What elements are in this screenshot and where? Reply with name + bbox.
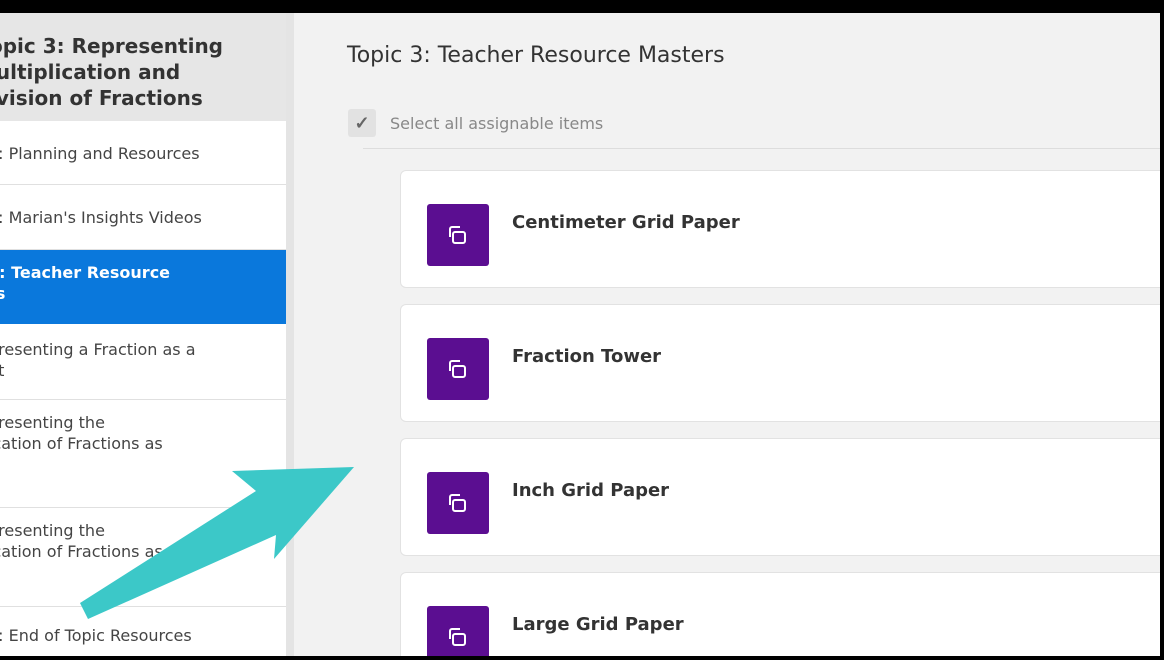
select-all-checkbox[interactable]: ✓ <box>348 109 376 137</box>
select-all-label: Select all assignable items <box>390 113 604 133</box>
sidebar-item-label: presenting the ication of Fractions as <box>0 413 163 453</box>
sidebar-item-label: 3: Planning and Resources <box>0 144 200 163</box>
resource-title[interactable]: Centimeter Grid Paper <box>512 212 740 233</box>
copy-icon <box>427 338 489 400</box>
annotation-arrow <box>80 467 354 619</box>
page-title: Topic 3: Teacher Resource Masters <box>347 43 725 68</box>
resource-title[interactable]: Large Grid Paper <box>512 614 684 635</box>
sidebar-item-label: 3: Teacher Resource rs <box>0 263 171 303</box>
copy-icon <box>427 204 489 266</box>
sidebar-item-representing-fraction[interactable]: presenting a Fraction as a nt <box>0 324 286 400</box>
divider <box>363 148 1160 149</box>
resource-title[interactable]: Inch Grid Paper <box>512 480 669 501</box>
select-all-row[interactable]: ✓ Select all assignable items <box>348 109 603 137</box>
resource-card[interactable]: Fraction Tower <box>400 304 1160 422</box>
sidebar-item-label: presenting a Fraction as a nt <box>0 340 196 380</box>
sidebar-item-label: 3: Marian's Insights Videos <box>0 208 202 227</box>
sidebar-item-label: 3: End of Topic Resources <box>0 626 192 645</box>
copy-icon <box>427 606 489 656</box>
check-icon: ✓ <box>354 112 370 133</box>
sidebar-header: opic 3: Representing lultiplication and … <box>0 13 286 121</box>
sidebar-item-videos[interactable]: 3: Marian's Insights Videos <box>0 185 286 250</box>
resource-card[interactable]: Inch Grid Paper <box>400 438 1160 556</box>
sidebar-item-teacher-resource[interactable]: 3: Teacher Resource rs <box>0 250 286 324</box>
copy-icon <box>427 472 489 534</box>
sidebar-header-title: opic 3: Representing lultiplication and … <box>0 34 223 110</box>
sidebar-item-planning[interactable]: 3: Planning and Resources <box>0 121 286 185</box>
app-frame: opic 3: Representing lultiplication and … <box>0 13 1160 656</box>
resource-title[interactable]: Fraction Tower <box>512 346 661 367</box>
resource-card[interactable]: Large Grid Paper <box>400 572 1160 656</box>
resource-card[interactable]: Centimeter Grid Paper <box>400 170 1160 288</box>
